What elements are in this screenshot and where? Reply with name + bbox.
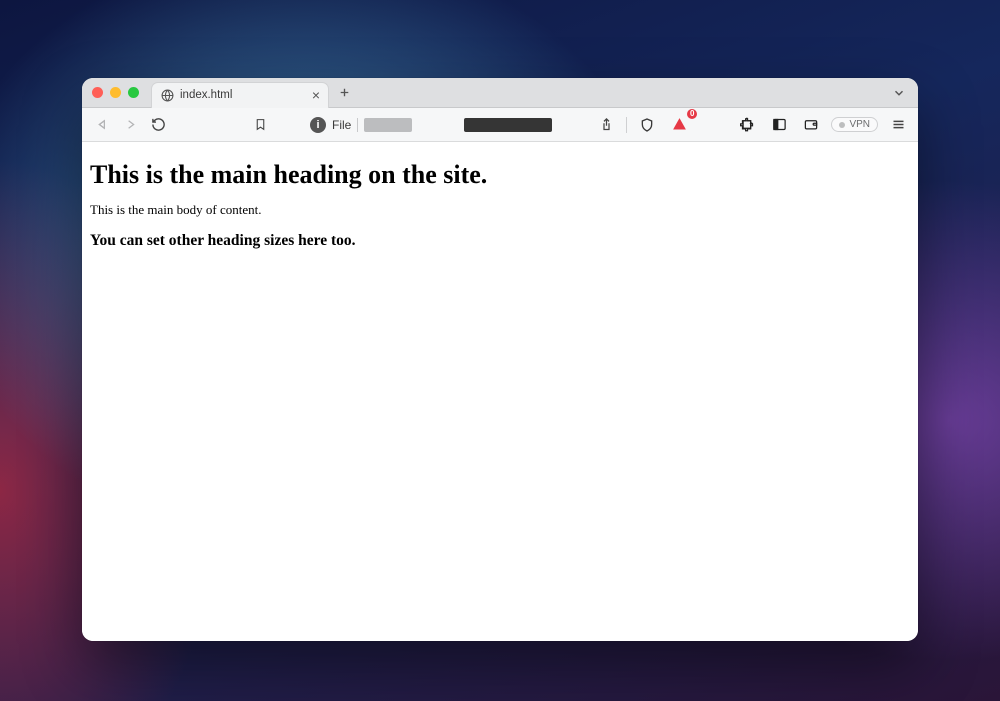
- browser-toolbar: i File 0: [82, 108, 918, 142]
- browser-tab[interactable]: index.html ×: [151, 82, 329, 108]
- tab-list-chevron-icon[interactable]: [888, 86, 910, 100]
- window-controls: [92, 87, 139, 98]
- maximize-window-button[interactable]: [128, 87, 139, 98]
- forward-button[interactable]: [118, 113, 142, 137]
- page-body-text: This is the main body of content.: [90, 202, 910, 218]
- browser-window: index.html ×: [82, 78, 918, 641]
- close-tab-icon[interactable]: ×: [312, 88, 320, 102]
- tab-title: index.html: [180, 89, 306, 101]
- minimize-window-button[interactable]: [110, 87, 121, 98]
- url-scheme-label: File: [332, 118, 351, 132]
- back-button[interactable]: [90, 113, 114, 137]
- tab-strip: index.html ×: [82, 78, 918, 108]
- redacted-path-segment: [364, 118, 412, 132]
- extensions-button[interactable]: [735, 113, 759, 137]
- site-info-icon[interactable]: i: [310, 117, 326, 133]
- page-heading-h1: This is the main heading on the site.: [90, 160, 910, 190]
- page-heading-h3: You can set other heading sizes here too…: [90, 232, 910, 250]
- vpn-status-dot-icon: [839, 122, 845, 128]
- separator: [626, 117, 627, 133]
- brave-shields-button[interactable]: [635, 113, 659, 137]
- rewards-badge-count: 0: [687, 109, 697, 119]
- close-window-button[interactable]: [92, 87, 103, 98]
- vpn-button[interactable]: VPN: [831, 117, 878, 132]
- app-menu-button[interactable]: [886, 113, 910, 137]
- reload-button[interactable]: [146, 113, 170, 137]
- share-button[interactable]: [594, 113, 618, 137]
- page-viewport[interactable]: This is the main heading on the site. Th…: [82, 142, 918, 641]
- new-tab-button[interactable]: [333, 82, 355, 104]
- bookmark-button[interactable]: [248, 113, 272, 137]
- sidebar-toggle-button[interactable]: [767, 113, 791, 137]
- separator: [357, 118, 358, 132]
- wallet-button[interactable]: [799, 113, 823, 137]
- brave-rewards-button[interactable]: 0: [667, 113, 691, 137]
- globe-icon: [160, 88, 174, 102]
- toolbar-right-group: 0: [594, 113, 910, 137]
- address-bar[interactable]: i File: [310, 117, 590, 133]
- vpn-label: VPN: [849, 119, 870, 130]
- redacted-path-segment: [464, 118, 552, 132]
